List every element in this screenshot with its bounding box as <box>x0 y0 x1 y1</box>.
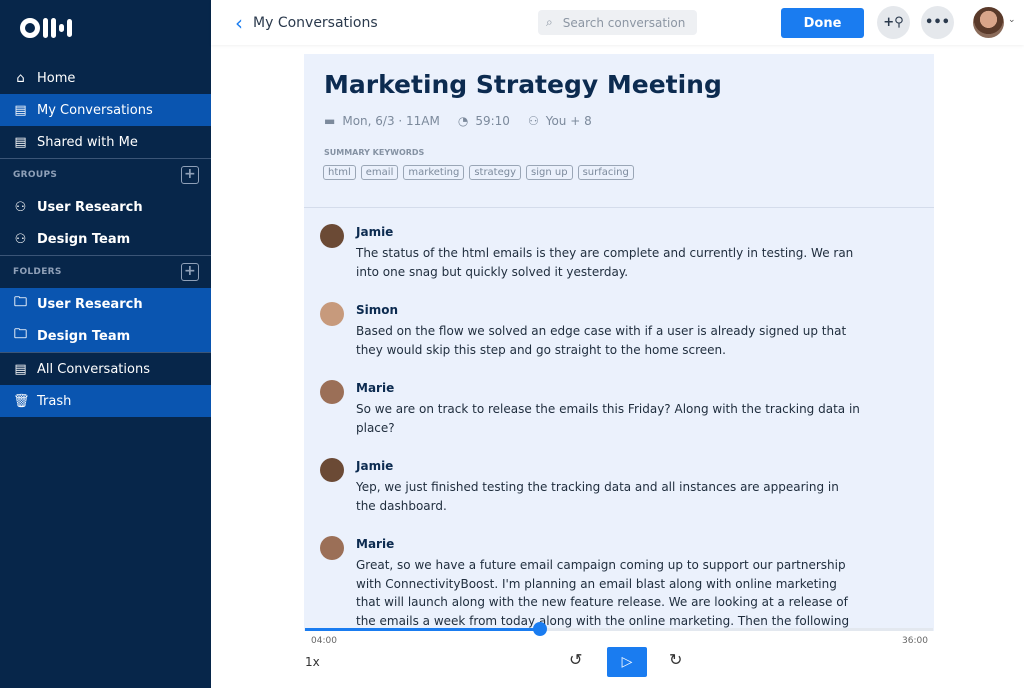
playback-progress-bar[interactable] <box>305 622 933 636</box>
transcript-message: Jamie Yep, we just finished testing the t… <box>320 458 860 515</box>
label: User Research <box>37 296 143 312</box>
trash-icon: 🗑 <box>13 393 30 409</box>
forward-5-button[interactable]: ↻ <box>669 650 682 669</box>
label: User Research <box>37 199 143 215</box>
done-button[interactable]: Done <box>781 8 864 38</box>
sidebar-folder-user-research[interactable]: 🗀 User Research <box>0 288 211 320</box>
speaker-name[interactable]: Jamie <box>356 224 860 240</box>
label: Trash <box>37 393 72 409</box>
home-icon: ⌂ <box>16 70 25 86</box>
duration: 59:10 <box>475 114 510 128</box>
transcript-message: Marie Great, so we have a future email ca… <box>320 536 860 631</box>
keyword-chip[interactable]: strategy <box>469 165 522 180</box>
speaker-name[interactable]: Marie <box>356 536 860 552</box>
avatar <box>320 380 344 404</box>
calendar-icon: ▬ <box>324 114 336 128</box>
message-text: The status of the html emails is they ar… <box>356 246 854 279</box>
playback-speed-button[interactable]: 1x <box>305 655 320 669</box>
add-folder-button[interactable]: + <box>181 263 199 281</box>
keywords-label: SUMMARY KEYWORDS <box>324 148 425 157</box>
chevron-down-icon[interactable]: ⌄ <box>1008 15 1016 25</box>
sidebar-group-design-team[interactable]: ⚇ Design Team <box>0 223 211 255</box>
keyword-chip[interactable]: surfacing <box>577 165 634 180</box>
transcript-message: Jamie The status of the html emails is th… <box>320 224 860 281</box>
sidebar-group-user-research[interactable]: ⚇ User Research <box>0 191 211 223</box>
page-title: Marketing Strategy Meeting <box>324 70 722 99</box>
message-text: Yep, we just finished testing the tracki… <box>356 480 839 513</box>
shared-document-icon: ▤ <box>14 134 27 150</box>
rewind-5-button[interactable]: ↺ <box>569 650 582 669</box>
rewind-icon: ↺ <box>569 650 583 669</box>
search-icon: ⌕ <box>546 15 553 29</box>
play-icon: ▷ <box>621 654 633 670</box>
progress-fill <box>305 628 540 631</box>
label: Home <box>37 70 76 86</box>
add-person-icon: +⚲ <box>883 15 904 30</box>
people-icon: ⚇ <box>14 199 27 215</box>
otter-logo[interactable] <box>20 18 72 38</box>
back-link[interactable]: ‹ My Conversations <box>235 11 378 35</box>
transcript-panel: Marketing Strategy Meeting ▬ Mon, 6/3 · 1… <box>304 54 934 631</box>
more-button[interactable]: ••• <box>921 6 954 39</box>
label: Design Team <box>37 328 131 344</box>
people-icon: ⚇ <box>14 231 27 247</box>
sidebar-item-my-conversations[interactable]: ▤ My Conversations <box>0 94 211 126</box>
sidebar-item-all-conversations[interactable]: ▤ All Conversations <box>0 353 211 385</box>
forward-icon: ↻ <box>669 650 683 669</box>
avatar <box>320 458 344 482</box>
keyword-chip[interactable]: sign up <box>526 165 573 180</box>
groups-label: GROUPS <box>13 170 58 180</box>
message-text: Based on the flow we solved an edge case… <box>356 324 847 357</box>
document-icon: ▤ <box>14 102 27 118</box>
groups-header: GROUPS + <box>0 159 211 191</box>
participants[interactable]: You + 8 <box>546 114 592 128</box>
sidebar-item-trash[interactable]: 🗑 Trash <box>0 385 211 417</box>
sidebar-item-shared-with-me[interactable]: ▤ Shared with Me <box>0 126 211 158</box>
chevron-left-icon: ‹ <box>235 11 243 35</box>
label: My Conversations <box>37 102 153 118</box>
user-avatar[interactable] <box>973 7 1004 38</box>
folder-icon: 🗀 <box>13 295 27 310</box>
current-time: 04:00 <box>311 636 337 646</box>
sidebar-item-home[interactable]: ⌂ Home <box>0 62 211 94</box>
message-text: Great, so we have a future email campaig… <box>356 558 850 628</box>
total-time: 36:00 <box>902 636 928 646</box>
back-label: My Conversations <box>253 15 378 31</box>
search-input[interactable]: ⌕ Search conversation <box>538 10 697 35</box>
message-text: So we are on track to release the emails… <box>356 402 860 435</box>
speaker-name[interactable]: Marie <box>356 380 860 396</box>
add-person-button[interactable]: +⚲ <box>877 6 910 39</box>
avatar <box>320 302 344 326</box>
progress-thumb[interactable] <box>532 622 547 636</box>
transcript-message: Simon Based on the flow we solved an edge… <box>320 302 860 359</box>
play-button[interactable]: ▷ <box>607 647 647 677</box>
more-icon: ••• <box>925 15 950 30</box>
documents-icon: ▤ <box>14 361 27 377</box>
speaker-name[interactable]: Simon <box>356 302 860 318</box>
avatar <box>320 224 344 248</box>
add-group-button[interactable]: + <box>181 166 199 184</box>
keyword-chip[interactable]: email <box>360 165 399 180</box>
label: All Conversations <box>37 361 150 377</box>
sidebar: ⌂ Home ▤ My Conversations ▤ Shared with Me … <box>0 0 211 688</box>
clock-icon: ◔ <box>457 114 469 128</box>
search-placeholder: Search conversation <box>562 15 686 30</box>
speaker-name[interactable]: Jamie <box>356 458 860 474</box>
keyword-chip[interactable]: html <box>323 165 356 180</box>
avatar <box>320 536 344 560</box>
label: Design Team <box>37 231 131 247</box>
date: Mon, 6/3 · 11AM <box>342 114 440 128</box>
label: Shared with Me <box>37 134 138 150</box>
folders-label: FOLDERS <box>13 267 62 277</box>
people-icon: ⚇ <box>527 114 539 128</box>
sidebar-folder-design-team[interactable]: 🗀 Design Team <box>0 320 211 352</box>
transcript-message: Marie So we are on track to release the e… <box>320 380 860 437</box>
top-bar: ‹ My Conversations ⌕ Search conversation D… <box>211 0 1024 45</box>
folders-header: FOLDERS + <box>0 256 211 288</box>
folder-icon: 🗀 <box>13 327 27 342</box>
keyword-chip[interactable]: marketing <box>403 165 465 180</box>
